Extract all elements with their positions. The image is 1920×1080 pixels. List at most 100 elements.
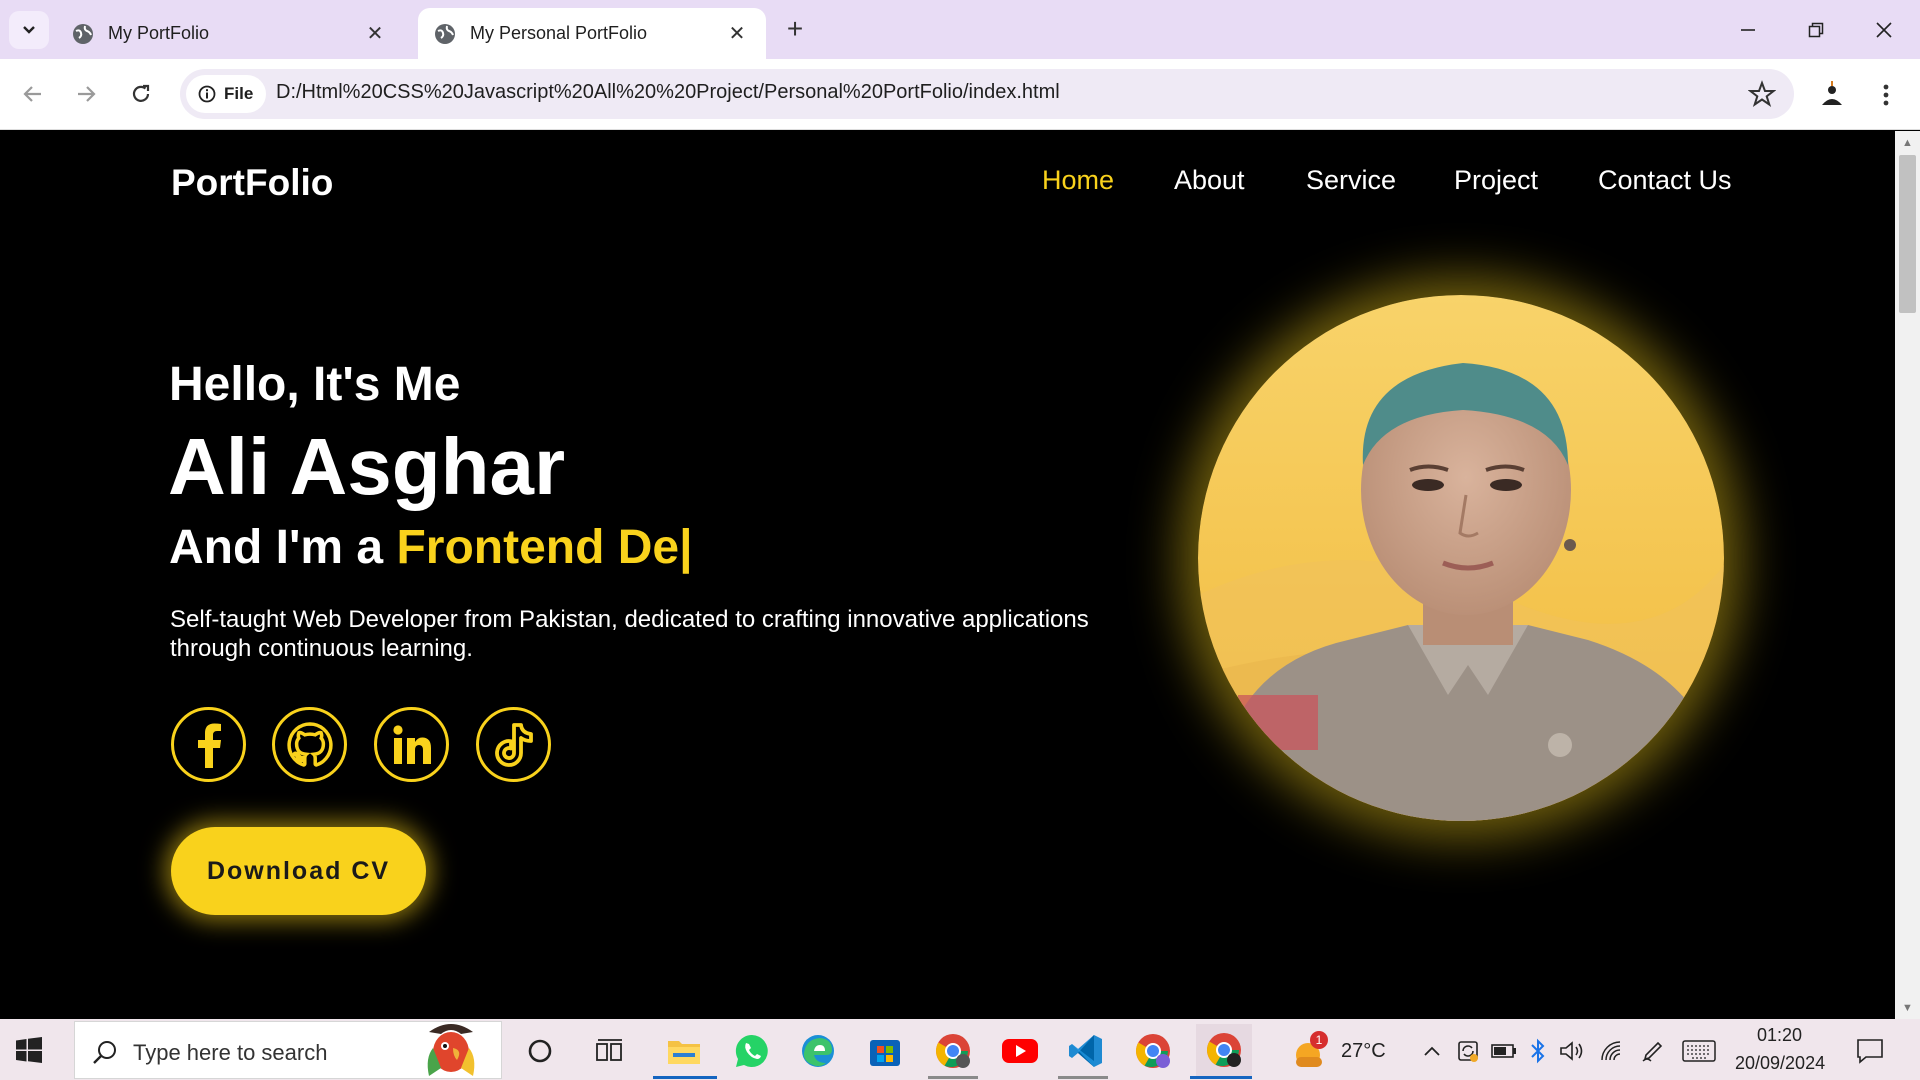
site-logo[interactable]: PortFolio [171, 162, 333, 204]
browser-toolbar: File D:/Html%20CSS%20Javascript%20All%20… [0, 59, 1920, 130]
close-tab-icon[interactable]: ✕ [364, 23, 386, 45]
clock-date[interactable]: 20/09/2024 [1735, 1053, 1825, 1074]
search-icon [93, 1041, 116, 1064]
tab-title: My Personal PortFolio [470, 23, 648, 43]
scroll-down-arrow[interactable]: ▼ [1901, 1002, 1914, 1015]
forward-button[interactable] [68, 76, 104, 112]
github-link[interactable] [272, 707, 347, 782]
facebook-link[interactable] [171, 707, 246, 782]
tray-battery-button[interactable] [1490, 1029, 1518, 1073]
nav-project[interactable]: Project [1454, 165, 1538, 196]
tray-keyboard-button[interactable] [1680, 1029, 1718, 1073]
minimize-button[interactable] [1720, 8, 1776, 52]
close-tab-icon[interactable]: ✕ [726, 23, 748, 45]
tray-bluetooth-button[interactable] [1526, 1029, 1550, 1073]
notification-center-button[interactable] [1848, 1029, 1892, 1073]
hero-description: Self-taught Web Developer from Pakistan,… [170, 606, 1089, 662]
tab-my-personal-portfolio[interactable]: My Personal PortFolio ✕ [418, 8, 766, 59]
search-placeholder: Type here to search [133, 1040, 328, 1065]
taskbar-file-explorer[interactable] [662, 1029, 706, 1073]
scrollbar-thumb[interactable] [1899, 155, 1916, 313]
chrome-icon [936, 1034, 970, 1068]
info-icon [198, 85, 216, 103]
tray-wifi-button[interactable] [1597, 1029, 1627, 1073]
taskbar-chrome-active[interactable] [1196, 1024, 1252, 1076]
tab-search-button[interactable] [9, 11, 49, 49]
tray-sync-button[interactable] [1454, 1029, 1482, 1073]
vscode-icon [1069, 1035, 1102, 1067]
windows-taskbar: Type here to search 1 27°C 01:20 20/09/2… [0, 1019, 1920, 1080]
arrow-left-icon [23, 86, 41, 102]
linkedin-link[interactable] [374, 707, 449, 782]
edge-icon [802, 1035, 834, 1067]
running-app-indicator [928, 1076, 978, 1079]
chevron-up-icon [1424, 1046, 1440, 1056]
tray-volume-button[interactable] [1558, 1029, 1588, 1073]
restore-button[interactable] [1788, 8, 1844, 52]
store-icon [870, 1040, 900, 1066]
temperature-text[interactable]: 27°C [1341, 1040, 1386, 1063]
role-heading: And I'm a Frontend De| [169, 520, 693, 575]
tiktok-link[interactable] [476, 707, 551, 782]
chrome-icon [1136, 1034, 1170, 1068]
battery-icon [1491, 1044, 1516, 1058]
scroll-up-arrow[interactable]: ▲ [1901, 137, 1914, 150]
active-app-indicator [1190, 1076, 1252, 1079]
arrow-right-icon [78, 86, 96, 102]
chevron-down-icon [23, 26, 35, 34]
nav-contact-us[interactable]: Contact Us [1598, 165, 1732, 196]
task-view-button[interactable] [588, 1029, 632, 1073]
pen-icon [1642, 1041, 1663, 1062]
bluetooth-icon [1531, 1038, 1545, 1064]
back-button[interactable] [15, 76, 51, 112]
chrome-icon [1207, 1033, 1241, 1067]
taskbar-chrome-profile-1[interactable] [931, 1029, 975, 1073]
folder-icon [668, 1041, 700, 1064]
github-icon [286, 721, 333, 767]
weather-badge: 1 [1310, 1031, 1328, 1049]
show-hidden-icons-button[interactable] [1420, 1029, 1444, 1073]
reload-button[interactable] [123, 76, 159, 112]
url-text[interactable]: D:/Html%20CSS%20Javascript%20All%20%20Pr… [276, 81, 1060, 104]
nav-home[interactable]: Home [1042, 165, 1114, 196]
site-info-chip[interactable]: File [186, 75, 266, 113]
nav-about[interactable]: About [1174, 165, 1245, 196]
taskbar-chrome-profile-2[interactable] [1131, 1029, 1175, 1073]
clock-time[interactable]: 01:20 [1757, 1025, 1802, 1046]
minimize-icon [1741, 29, 1755, 31]
bookmark-star-icon[interactable] [1748, 80, 1776, 108]
taskbar-search-box[interactable]: Type here to search [74, 1021, 502, 1079]
reload-icon [132, 84, 150, 102]
restore-icon [1808, 22, 1824, 38]
nav-service[interactable]: Service [1306, 165, 1396, 196]
cortana-button[interactable] [518, 1029, 562, 1073]
tab-title: My PortFolio [108, 23, 210, 43]
site-info-label: File [224, 84, 254, 103]
pirate-parrot-icon [427, 1024, 475, 1076]
linkedin-icon [392, 724, 431, 764]
taskbar-vscode[interactable] [1064, 1029, 1108, 1073]
name-heading: Ali Asghar [168, 422, 566, 511]
browser-tab-bar: My PortFolio ✕ My Personal PortFolio ✕ + [0, 0, 1920, 59]
close-window-button[interactable] [1856, 8, 1912, 52]
profile-avatar-icon[interactable] [1814, 77, 1850, 113]
role-prefix: And I'm a [169, 521, 397, 574]
browser-menu-button[interactable] [1872, 77, 1900, 113]
tab-my-portfolio[interactable]: My PortFolio ✕ [56, 8, 404, 59]
page-scrollbar[interactable]: ▲ ▼ [1895, 131, 1920, 1019]
role-typed-text: Frontend De| [396, 521, 693, 574]
more-vertical-icon [1883, 84, 1889, 106]
taskbar-microsoft-store[interactable] [863, 1029, 907, 1073]
download-cv-button[interactable]: Download CV [171, 827, 426, 915]
tray-pen-button[interactable] [1638, 1029, 1668, 1073]
keyboard-icon [1682, 1040, 1716, 1062]
windows-start-icon[interactable] [16, 1037, 42, 1063]
tiktok-icon [494, 722, 533, 767]
new-tab-button[interactable]: + [780, 13, 810, 44]
address-bar[interactable]: File D:/Html%20CSS%20Javascript%20All%20… [180, 69, 1794, 119]
taskbar-whatsapp[interactable] [730, 1029, 774, 1073]
taskbar-edge[interactable] [796, 1029, 840, 1073]
notification-icon [1857, 1039, 1883, 1064]
taskbar-youtube[interactable] [998, 1029, 1042, 1073]
facebook-icon [197, 723, 221, 768]
